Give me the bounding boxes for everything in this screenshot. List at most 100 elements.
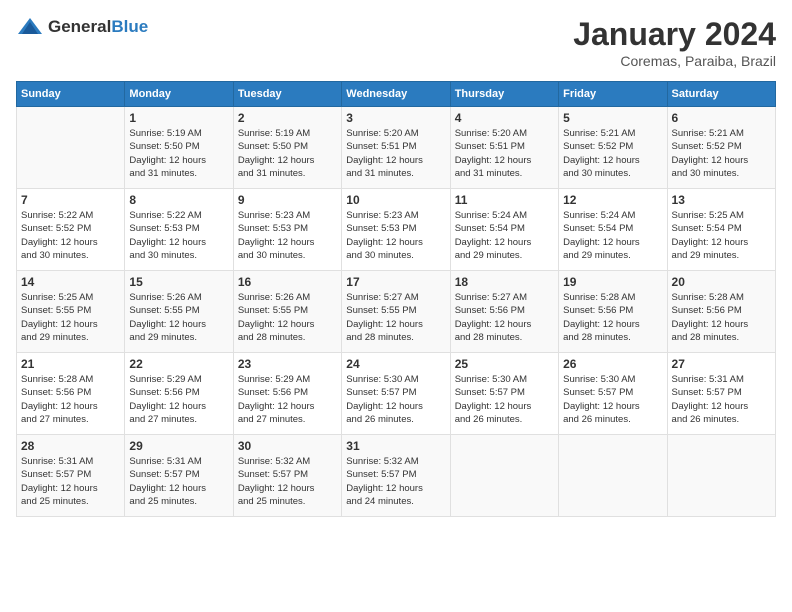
calendar-cell: 23 Sunrise: 5:29 AM Sunset: 5:56 PM Dayli… [233,353,341,435]
day-number: 26 [563,357,662,371]
day-info: Sunrise: 5:23 AM Sunset: 5:53 PM Dayligh… [238,209,337,262]
day-number: 23 [238,357,337,371]
calendar-cell: 1Sunrise: 5:19 AM Sunset: 5:50 PM Daylig… [125,107,233,189]
calendar-week-row: 21 Sunrise: 5:28 AM Sunset: 5:56 PM Dayli… [17,353,776,435]
day-number: 28 [21,439,120,453]
calendar-cell: 2 Sunrise: 5:19 AM Sunset: 5:50 PM Daylig… [233,107,341,189]
logo: GeneralBlue [16,16,148,38]
day-number: 4 [455,111,554,125]
day-info: Sunrise: 5:29 AM Sunset: 5:56 PM Dayligh… [238,373,337,426]
day-number: 21 [21,357,120,371]
day-number: 16 [238,275,337,289]
calendar-cell: 18 Sunrise: 5:27 AM Sunset: 5:56 PM Dayli… [450,271,558,353]
calendar-cell [450,435,558,517]
day-number: 3 [346,111,445,125]
calendar-cell: 19Sunrise: 5:28 AM Sunset: 5:56 PM Dayli… [559,271,667,353]
calendar-cell: 3 Sunrise: 5:20 AM Sunset: 5:51 PM Daylig… [342,107,450,189]
calendar-cell: 16 Sunrise: 5:26 AM Sunset: 5:55 PM Dayli… [233,271,341,353]
calendar-cell: 25 Sunrise: 5:30 AM Sunset: 5:57 PM Dayli… [450,353,558,435]
calendar-week-row: 28 Sunrise: 5:31 AM Sunset: 5:57 PM Dayli… [17,435,776,517]
logo-general: General [48,17,111,36]
day-info: Sunrise: 5:24 AM Sunset: 5:54 PM Dayligh… [563,209,662,262]
day-number: 29 [129,439,228,453]
calendar-cell: 8 Sunrise: 5:22 AM Sunset: 5:53 PM Daylig… [125,189,233,271]
calendar-cell: 27Sunrise: 5:31 AM Sunset: 5:57 PM Dayli… [667,353,775,435]
day-info: Sunrise: 5:25 AM Sunset: 5:55 PM Dayligh… [21,291,120,344]
calendar-title: January 2024 [573,16,776,53]
calendar-cell [559,435,667,517]
calendar-header-row: SundayMondayTuesdayWednesdayThursdayFrid… [17,82,776,107]
calendar-cell: 6Sunrise: 5:21 AM Sunset: 5:52 PM Daylig… [667,107,775,189]
calendar-cell: 9 Sunrise: 5:23 AM Sunset: 5:53 PM Daylig… [233,189,341,271]
day-number: 30 [238,439,337,453]
day-info: Sunrise: 5:31 AM Sunset: 5:57 PM Dayligh… [21,455,120,508]
day-number: 8 [129,193,228,207]
day-number: 2 [238,111,337,125]
day-number: 27 [672,357,771,371]
day-info: Sunrise: 5:27 AM Sunset: 5:55 PM Dayligh… [346,291,445,344]
day-number: 9 [238,193,337,207]
day-number: 12 [563,193,662,207]
day-info: Sunrise: 5:24 AM Sunset: 5:54 PM Dayligh… [455,209,554,262]
day-number: 11 [455,193,554,207]
day-info: Sunrise: 5:20 AM Sunset: 5:51 PM Dayligh… [346,127,445,180]
calendar-cell: 31 Sunrise: 5:32 AM Sunset: 5:57 PM Dayli… [342,435,450,517]
column-header-saturday: Saturday [667,82,775,107]
calendar-cell: 10Sunrise: 5:23 AM Sunset: 5:53 PM Dayli… [342,189,450,271]
calendar-cell: 11 Sunrise: 5:24 AM Sunset: 5:54 PM Dayli… [450,189,558,271]
day-info: Sunrise: 5:31 AM Sunset: 5:57 PM Dayligh… [129,455,228,508]
calendar-cell [17,107,125,189]
calendar-week-row: 7Sunrise: 5:22 AM Sunset: 5:52 PM Daylig… [17,189,776,271]
calendar-cell: 29 Sunrise: 5:31 AM Sunset: 5:57 PM Dayli… [125,435,233,517]
day-info: Sunrise: 5:28 AM Sunset: 5:56 PM Dayligh… [21,373,120,426]
calendar-cell: 24 Sunrise: 5:30 AM Sunset: 5:57 PM Dayli… [342,353,450,435]
column-header-tuesday: Tuesday [233,82,341,107]
day-info: Sunrise: 5:21 AM Sunset: 5:52 PM Dayligh… [563,127,662,180]
column-header-wednesday: Wednesday [342,82,450,107]
day-number: 5 [563,111,662,125]
calendar-cell: 7Sunrise: 5:22 AM Sunset: 5:52 PM Daylig… [17,189,125,271]
day-number: 31 [346,439,445,453]
column-header-sunday: Sunday [17,82,125,107]
calendar-cell: 17 Sunrise: 5:27 AM Sunset: 5:55 PM Dayli… [342,271,450,353]
day-info: Sunrise: 5:30 AM Sunset: 5:57 PM Dayligh… [346,373,445,426]
column-header-thursday: Thursday [450,82,558,107]
day-number: 20 [672,275,771,289]
day-info: Sunrise: 5:29 AM Sunset: 5:56 PM Dayligh… [129,373,228,426]
day-info: Sunrise: 5:25 AM Sunset: 5:54 PM Dayligh… [672,209,771,262]
column-header-friday: Friday [559,82,667,107]
calendar-cell: 30 Sunrise: 5:32 AM Sunset: 5:57 PM Dayli… [233,435,341,517]
calendar-cell: 4 Sunrise: 5:20 AM Sunset: 5:51 PM Daylig… [450,107,558,189]
day-number: 22 [129,357,228,371]
day-info: Sunrise: 5:28 AM Sunset: 5:56 PM Dayligh… [672,291,771,344]
calendar-cell: 15 Sunrise: 5:26 AM Sunset: 5:55 PM Dayli… [125,271,233,353]
day-number: 25 [455,357,554,371]
day-number: 24 [346,357,445,371]
day-info: Sunrise: 5:26 AM Sunset: 5:55 PM Dayligh… [129,291,228,344]
day-number: 7 [21,193,120,207]
calendar-cell: 21 Sunrise: 5:28 AM Sunset: 5:56 PM Dayli… [17,353,125,435]
day-number: 18 [455,275,554,289]
logo-icon [16,16,44,38]
calendar-table: SundayMondayTuesdayWednesdayThursdayFrid… [16,81,776,517]
calendar-location: Coremas, Paraiba, Brazil [573,53,776,69]
day-info: Sunrise: 5:19 AM Sunset: 5:50 PM Dayligh… [238,127,337,180]
calendar-cell: 26Sunrise: 5:30 AM Sunset: 5:57 PM Dayli… [559,353,667,435]
calendar-cell: 12 Sunrise: 5:24 AM Sunset: 5:54 PM Dayli… [559,189,667,271]
day-info: Sunrise: 5:26 AM Sunset: 5:55 PM Dayligh… [238,291,337,344]
calendar-cell [667,435,775,517]
day-info: Sunrise: 5:27 AM Sunset: 5:56 PM Dayligh… [455,291,554,344]
day-info: Sunrise: 5:32 AM Sunset: 5:57 PM Dayligh… [346,455,445,508]
day-info: Sunrise: 5:22 AM Sunset: 5:53 PM Dayligh… [129,209,228,262]
day-info: Sunrise: 5:20 AM Sunset: 5:51 PM Dayligh… [455,127,554,180]
day-info: Sunrise: 5:30 AM Sunset: 5:57 PM Dayligh… [455,373,554,426]
day-info: Sunrise: 5:28 AM Sunset: 5:56 PM Dayligh… [563,291,662,344]
day-number: 15 [129,275,228,289]
calendar-cell: 20 Sunrise: 5:28 AM Sunset: 5:56 PM Dayli… [667,271,775,353]
day-info: Sunrise: 5:32 AM Sunset: 5:57 PM Dayligh… [238,455,337,508]
day-info: Sunrise: 5:21 AM Sunset: 5:52 PM Dayligh… [672,127,771,180]
page-header: GeneralBlue January 2024 Coremas, Paraib… [16,16,776,69]
calendar-cell: 14Sunrise: 5:25 AM Sunset: 5:55 PM Dayli… [17,271,125,353]
day-number: 17 [346,275,445,289]
calendar-cell: 22 Sunrise: 5:29 AM Sunset: 5:56 PM Dayli… [125,353,233,435]
